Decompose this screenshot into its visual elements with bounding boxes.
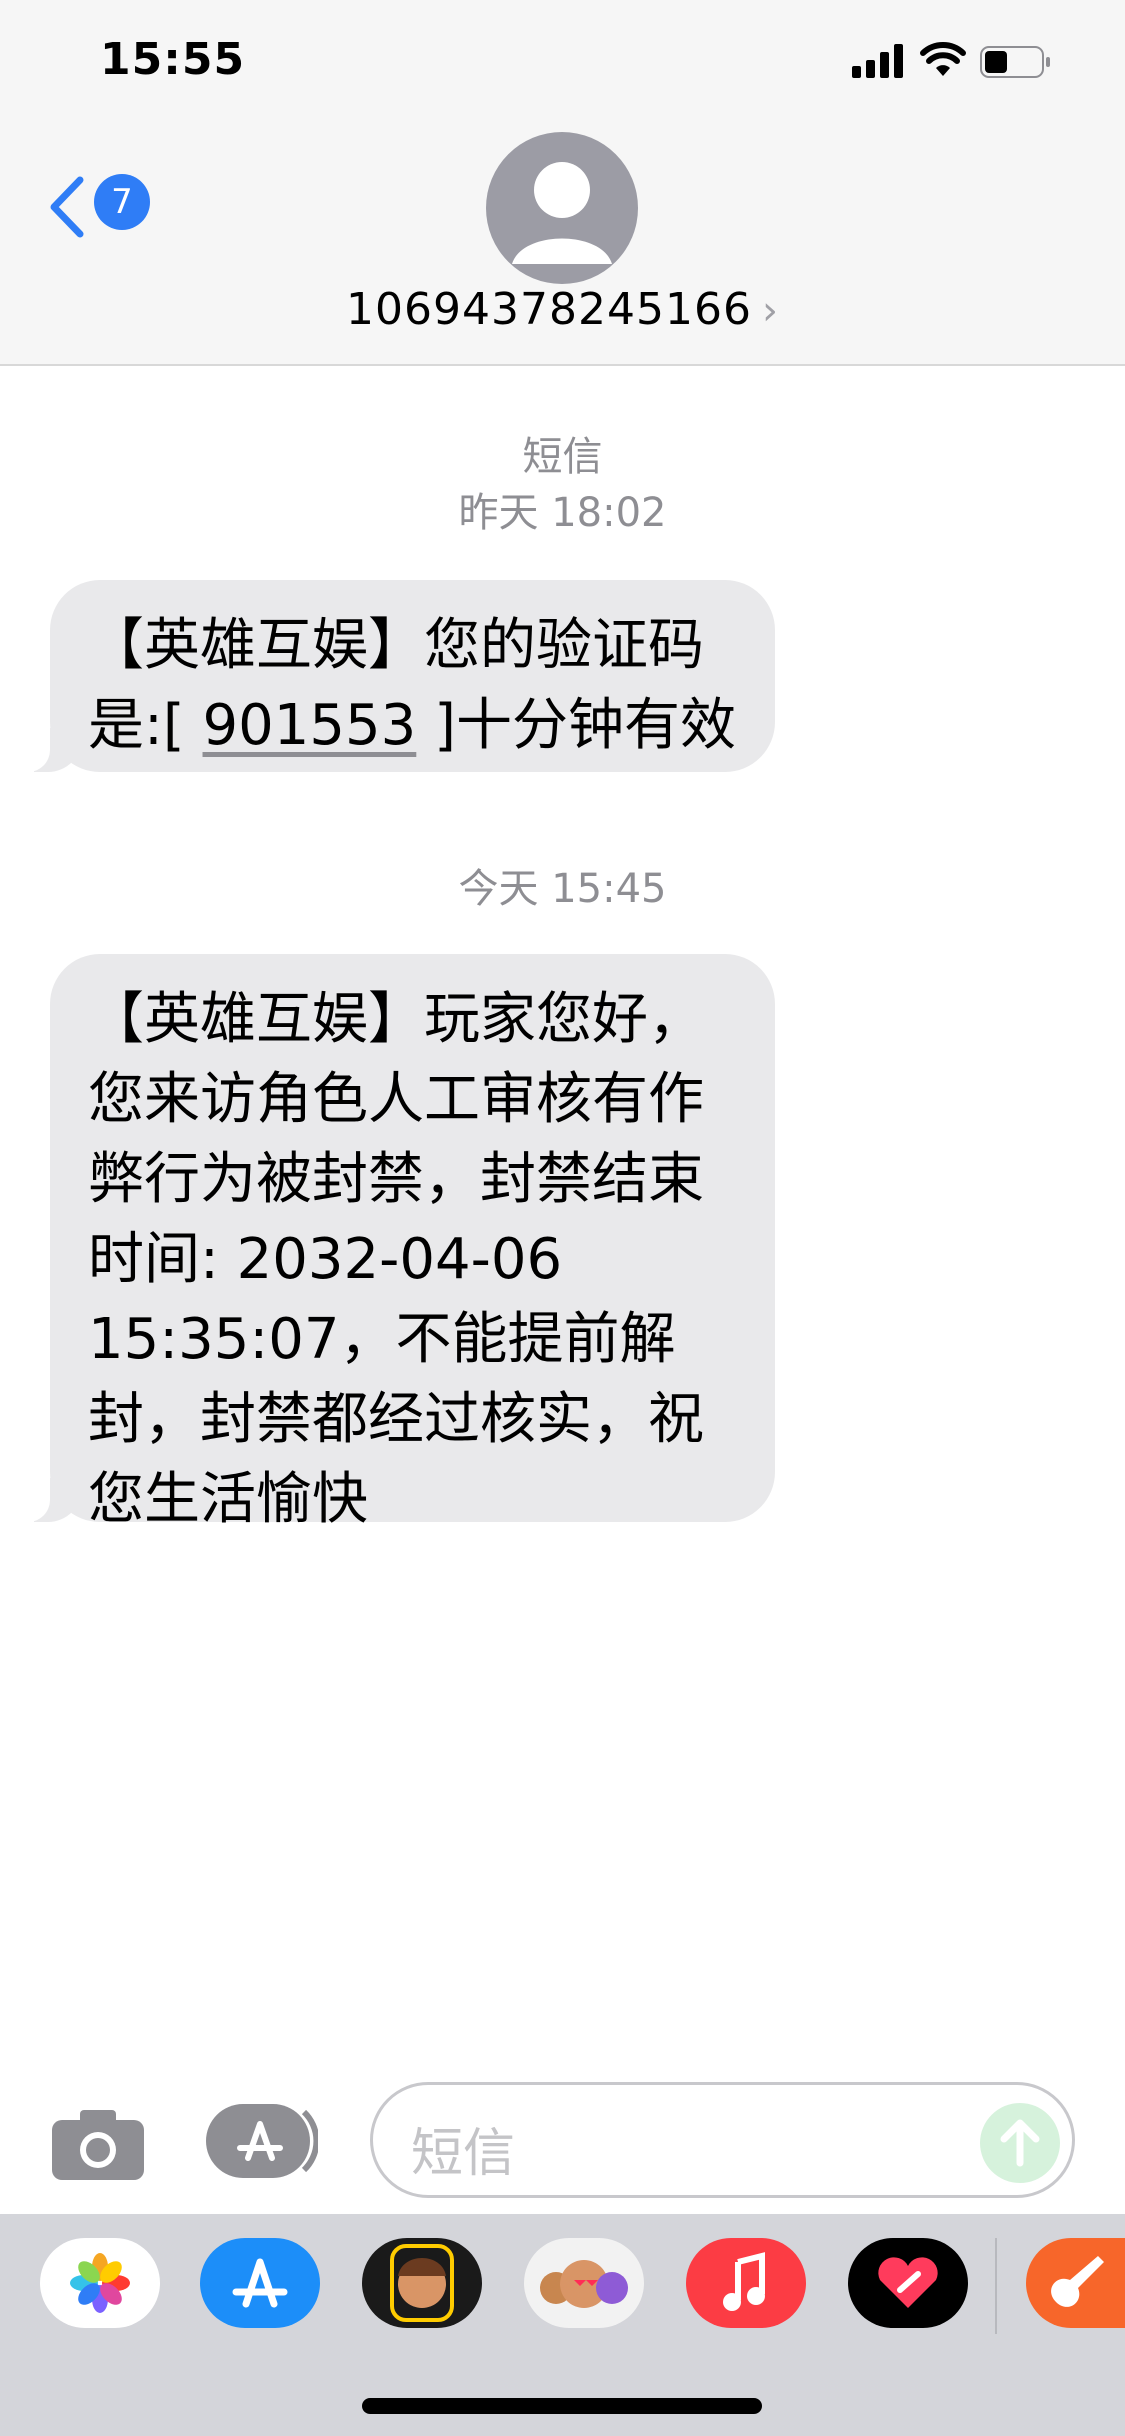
app-store-icon[interactable]: [200, 2238, 320, 2328]
contact-avatar[interactable]: [486, 132, 638, 284]
back-button[interactable]: 7: [44, 172, 164, 242]
bubble-tail: [14, 1478, 82, 1522]
animoji-icon[interactable]: [524, 2238, 644, 2328]
message-input[interactable]: 短信: [370, 2082, 1075, 2198]
camera-icon: [52, 2110, 144, 2180]
message-bubble[interactable]: 【英雄互娱】玩家您好，您来访角色人工审核有作弊行为被封禁，封禁结束时间: 203…: [14, 954, 775, 1532]
message-text-suffix: ]十分钟有效: [416, 693, 736, 758]
send-button[interactable]: [980, 2103, 1060, 2183]
arrow-up-icon: [1000, 2119, 1040, 2167]
cellular-signal-icon: [852, 44, 910, 78]
apps-button[interactable]: [206, 2104, 320, 2178]
message-type-label: 短信: [522, 434, 603, 480]
digital-touch-icon[interactable]: [848, 2238, 968, 2328]
music-icon[interactable]: [686, 2238, 806, 2328]
battery-icon: [980, 46, 1052, 78]
unread-count-badge: 7: [94, 174, 150, 230]
verification-code-link[interactable]: 901553: [203, 693, 417, 758]
home-indicator[interactable]: [362, 2398, 762, 2414]
app-store-icon: [206, 2104, 320, 2178]
drawer-divider: [995, 2238, 997, 2334]
chevron-right-icon: ›: [761, 288, 779, 334]
memoji-icon[interactable]: [362, 2238, 482, 2328]
message-text: 【英雄互娱】玩家您好，您来访角色人工审核有作弊行为被封禁，封禁结束时间: 203…: [88, 987, 704, 1532]
contact-number: 10694378245166: [346, 284, 752, 335]
contact-name[interactable]: 10694378245166 ›: [0, 284, 1125, 335]
message-bubble[interactable]: 【英雄互娱】您的验证码是:[ 901553 ]十分钟有效: [14, 580, 775, 772]
wifi-icon: [920, 42, 966, 78]
person-icon: [512, 162, 612, 264]
bubble-tail: [14, 728, 82, 772]
camera-button[interactable]: [52, 2108, 144, 2180]
chevron-left-icon: [50, 176, 84, 238]
status-time: 15:55: [100, 34, 246, 85]
input-placeholder: 短信: [411, 2124, 516, 2184]
photos-icon[interactable]: [40, 2238, 160, 2328]
timestamp: 今天 15:45: [458, 866, 667, 912]
timestamp: 昨天 18:02: [458, 490, 667, 536]
garageband-icon[interactable]: [1026, 2238, 1125, 2328]
